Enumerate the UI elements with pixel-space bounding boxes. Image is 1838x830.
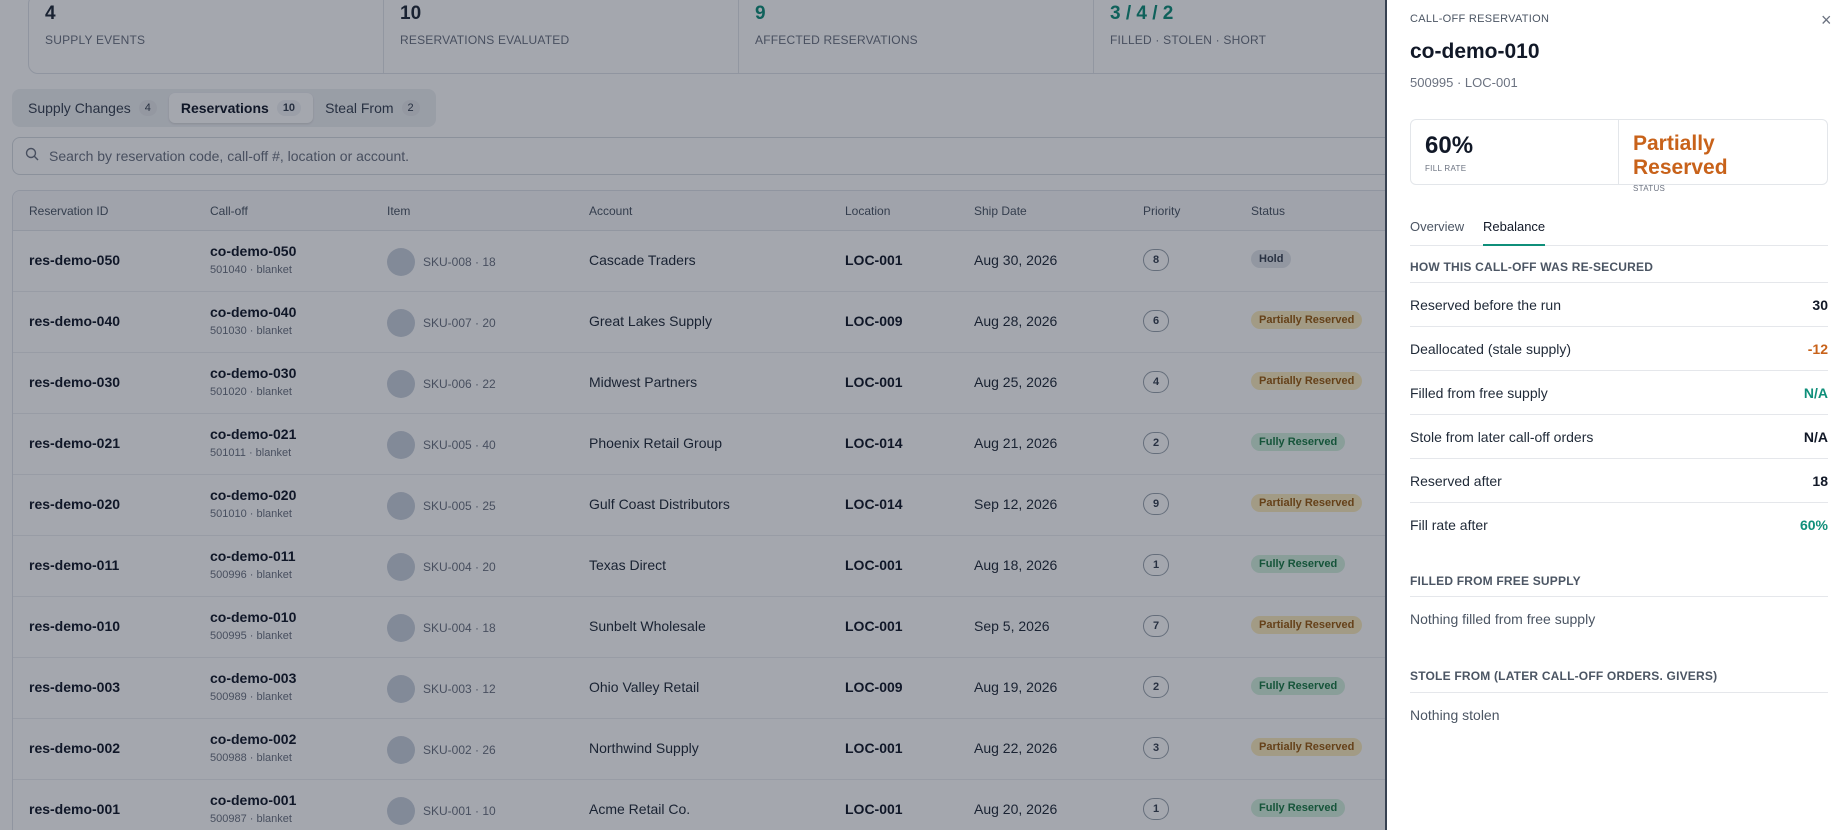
row-value: N/A <box>1803 385 1828 401</box>
drawer-subtitle: 500995 · LOC-001 <box>1410 75 1518 90</box>
fill-rate-card: 60% FILL RATE <box>1411 120 1619 184</box>
status-value: Partially Reserved <box>1633 132 1728 179</box>
drawer-tabs: Overview Rebalance <box>1410 216 1828 246</box>
empty-state-free-supply: Nothing filled from free supply <box>1410 611 1596 627</box>
rebalance-row: Fill rate after 60% <box>1410 503 1828 547</box>
section-heading-stole-from: STOLE FROM (LATER CALL-OFF ORDERS. GIVER… <box>1410 669 1718 683</box>
section-heading-resecured: HOW THIS CALL-OFF WAS RE-SECURED <box>1410 260 1654 274</box>
fill-rate-label: FILL RATE <box>1425 164 1467 173</box>
divider <box>1410 596 1828 597</box>
empty-state-stolen: Nothing stolen <box>1410 707 1500 723</box>
fill-rate-value: 60% <box>1425 132 1474 159</box>
row-label: Filled from free supply <box>1410 385 1548 401</box>
row-label: Stole from later call-off orders <box>1410 429 1594 445</box>
row-label: Fill rate after <box>1410 517 1488 533</box>
row-value: N/A <box>1803 429 1828 445</box>
drawer-metric-cards: 60% FILL RATE Partially Reserved STATUS <box>1410 119 1828 193</box>
rebalance-row: Reserved before the run 30 <box>1410 283 1828 327</box>
divider <box>1410 692 1828 693</box>
rebalance-row: Stole from later call-off orders N/A <box>1410 415 1828 459</box>
rebalance-row: Reserved after 18 <box>1410 459 1828 503</box>
rebalance-row: Deallocated (stale supply) -12 <box>1410 327 1828 371</box>
modal-backdrop[interactable] <box>0 0 1386 830</box>
status-label: STATUS <box>1633 184 1666 193</box>
row-value: 18 <box>1812 473 1828 489</box>
rebalance-row: Filled from free supply N/A <box>1410 371 1828 415</box>
tab-overview[interactable]: Overview <box>1410 219 1464 234</box>
row-label: Reserved before the run <box>1410 297 1561 313</box>
calloff-detail-drawer: CALL-OFF RESERVATION × co-demo-010 50099… <box>1385 0 1838 830</box>
close-icon[interactable]: × <box>1821 10 1832 31</box>
section-heading-free-supply: FILLED FROM FREE SUPPLY <box>1410 574 1581 588</box>
drawer-kicker: CALL-OFF RESERVATION <box>1410 13 1550 25</box>
row-value: 30 <box>1812 297 1828 313</box>
row-value: 60% <box>1799 517 1828 533</box>
row-label: Reserved after <box>1410 473 1502 489</box>
row-value: -12 <box>1807 341 1828 357</box>
status-card: Partially Reserved STATUS <box>1619 120 1827 193</box>
drawer-title: co-demo-010 <box>1410 40 1540 63</box>
row-label: Deallocated (stale supply) <box>1410 341 1572 357</box>
tab-rebalance[interactable]: Rebalance <box>1483 219 1546 246</box>
